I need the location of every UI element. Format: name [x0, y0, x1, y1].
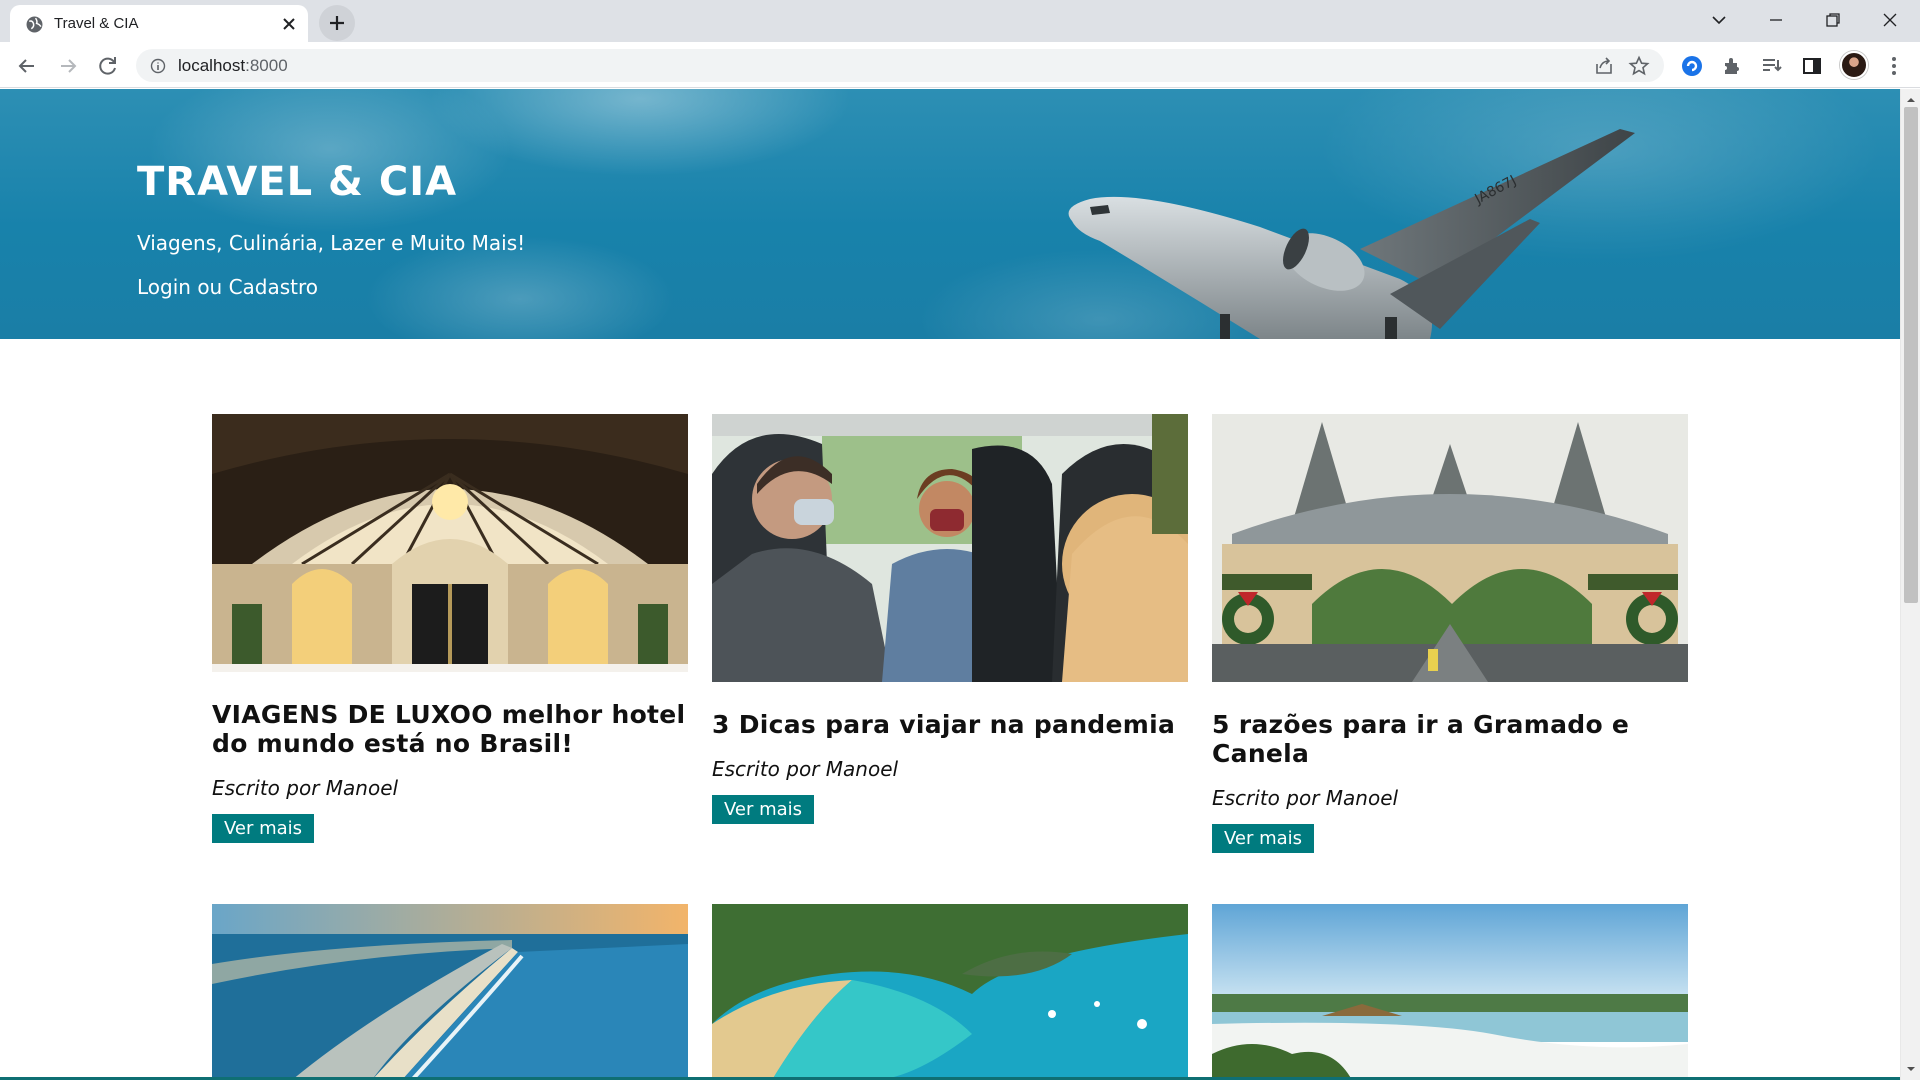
login-signup-link[interactable]: Login ou Cadastro	[137, 275, 318, 299]
minimize-icon[interactable]	[1764, 8, 1788, 32]
post-author: Escrito por Manoel	[712, 757, 899, 781]
ver-mais-button[interactable]: Ver mais	[712, 795, 815, 824]
reading-list-icon[interactable]	[1760, 54, 1784, 78]
post-image[interactable]	[212, 414, 688, 672]
url-port: :8000	[245, 56, 288, 75]
share-icon[interactable]	[1594, 56, 1614, 76]
post-image[interactable]	[712, 904, 1188, 1080]
post-image[interactable]	[1212, 414, 1688, 682]
post-author: Escrito por Manoel	[212, 776, 399, 800]
scrollbar-thumb[interactable]	[1904, 107, 1918, 603]
site-tagline: Viagens, Culinária, Lazer e Muito Mais!	[137, 231, 526, 255]
browser-tab[interactable]: Travel & CIA	[10, 5, 308, 42]
url-text[interactable]: localhost:8000	[178, 56, 288, 76]
tab-title: Travel & CIA	[54, 15, 139, 32]
address-bar[interactable]: localhost:8000	[136, 49, 1664, 82]
tab-search-icon[interactable]	[1707, 8, 1731, 32]
more-menu-icon[interactable]	[1882, 54, 1906, 78]
airplane-illustration: JA867J	[1068, 129, 1635, 339]
site-title: TRAVEL & CIA	[137, 159, 458, 205]
hero-banner: TRAVEL & CIA Viagens, Culinária, Lazer e…	[0, 89, 1900, 339]
browser-toolbar: localhost:8000	[0, 42, 1920, 88]
extension-blue-icon[interactable]	[1680, 54, 1704, 78]
page-viewport: TRAVEL & CIA Viagens, Culinária, Lazer e…	[0, 89, 1900, 1080]
side-panel-icon[interactable]	[1800, 54, 1824, 78]
post-author: Escrito por Manoel	[1212, 786, 1399, 810]
post-image[interactable]	[712, 414, 1188, 682]
bookmark-star-icon[interactable]	[1628, 55, 1650, 77]
post-image[interactable]	[1212, 904, 1688, 1080]
scroll-down-arrow-icon[interactable]	[1906, 1064, 1916, 1074]
new-tab-button[interactable]	[319, 5, 355, 41]
close-tab-icon[interactable]	[280, 15, 298, 33]
url-host: localhost	[178, 56, 246, 75]
profile-avatar[interactable]	[1840, 51, 1868, 79]
back-arrow-icon[interactable]	[14, 53, 40, 79]
reload-icon[interactable]	[95, 53, 121, 79]
ver-mais-button[interactable]: Ver mais	[1212, 824, 1315, 853]
ver-mais-button[interactable]: Ver mais	[212, 814, 315, 843]
post-title[interactable]: 3 Dicas para viajar na pandemia	[712, 710, 1188, 739]
forward-arrow-icon[interactable]	[55, 53, 81, 79]
post-title[interactable]: 5 razões para ir a Gramado e Canela	[1212, 710, 1688, 768]
plus-icon	[330, 16, 344, 30]
extensions-puzzle-icon[interactable]	[1720, 54, 1744, 78]
post-title[interactable]: VIAGENS DE LUXOO melhor hotel do mundo e…	[212, 700, 688, 758]
globe-icon	[26, 16, 43, 33]
post-image[interactable]	[212, 904, 688, 1080]
scroll-up-arrow-icon[interactable]	[1906, 95, 1916, 105]
tab-strip: Travel & CIA	[0, 0, 1920, 42]
restore-icon[interactable]	[1821, 8, 1845, 32]
site-info-icon[interactable]	[150, 58, 166, 74]
close-window-icon[interactable]	[1878, 8, 1902, 32]
vertical-scrollbar[interactable]	[1900, 89, 1920, 1080]
